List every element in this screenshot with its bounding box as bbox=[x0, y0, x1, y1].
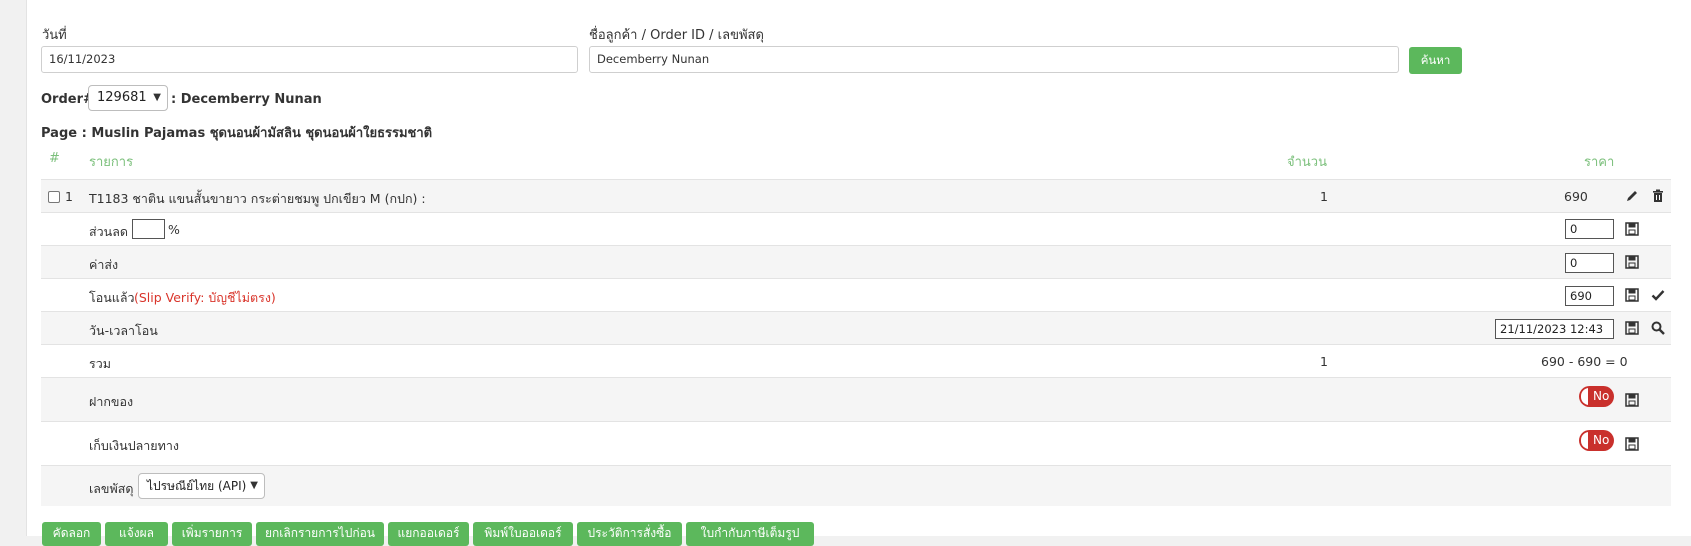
save-icon[interactable] bbox=[1625, 321, 1639, 335]
search-button[interactable]: ค้นหา bbox=[1409, 47, 1462, 74]
print-order-button[interactable]: พิมพ์ใบออเดอร์ bbox=[473, 522, 573, 546]
order-id-select[interactable]: 129681 ▼ bbox=[88, 85, 168, 111]
total-formula: 690 - 690 = 0 bbox=[1541, 354, 1628, 369]
chevron-down-icon: ▼ bbox=[250, 480, 258, 491]
deposit-toggle-label: No bbox=[1593, 389, 1610, 403]
order-history-button[interactable]: ประวัติการสั่งซื้อ bbox=[577, 522, 682, 546]
toggle-knob bbox=[1580, 431, 1589, 450]
total-label: รวม bbox=[89, 356, 111, 371]
save-icon[interactable] bbox=[1625, 288, 1639, 302]
item-price: 690 bbox=[1564, 189, 1588, 204]
check-icon[interactable] bbox=[1651, 288, 1665, 302]
order-customer-name: : Decemberry Nunan bbox=[171, 92, 322, 107]
table-row-tracking: เลขพัสดุ ไปรษณีย์ไทย (API) ▼ bbox=[41, 465, 1671, 506]
order-prefix: Order# bbox=[41, 92, 94, 107]
save-icon[interactable] bbox=[1625, 222, 1639, 236]
paid-label: โอนแล้ว bbox=[89, 290, 135, 305]
discount-label: ส่วนลด bbox=[89, 224, 128, 239]
col-header-number: # bbox=[49, 151, 60, 166]
search-icon[interactable] bbox=[1651, 321, 1665, 335]
col-header-price: ราคา bbox=[1584, 155, 1615, 170]
table-row-cod: เก็บเงินปลายทาง No bbox=[41, 421, 1671, 465]
customer-search-label: ชื่อลูกค้า / Order ID / เลขพัสดุ bbox=[589, 28, 764, 43]
cod-toggle-label: No bbox=[1593, 433, 1610, 447]
table-row-shipping: ค่าส่ง 0 bbox=[41, 245, 1671, 278]
toggle-knob bbox=[1580, 387, 1589, 406]
cod-toggle[interactable]: No bbox=[1579, 430, 1614, 451]
carrier-select[interactable]: ไปรษณีย์ไทย (API) ▼ bbox=[138, 473, 265, 499]
table-row-transfer-time: วัน-เวลาโอน 21/11/2023 12:43 bbox=[41, 311, 1671, 344]
date-input[interactable]: 16/11/2023 bbox=[41, 46, 578, 73]
col-header-item: รายการ bbox=[89, 155, 134, 170]
cancel-items-button[interactable]: ยกเลิกรายการไปก่อน bbox=[256, 522, 384, 546]
order-id-value: 129681 bbox=[97, 90, 147, 105]
transfer-time-label: วัน-เวลาโอน bbox=[89, 323, 158, 338]
table-row-item: 1 T1183 ชาติน แขนสั้นขายาว กระต่ายชมพู ป… bbox=[41, 179, 1671, 212]
item-name: T1183 ชาติน แขนสั้นขายาว กระต่ายชมพู ปกเ… bbox=[89, 191, 426, 206]
discount-percent-input[interactable] bbox=[132, 219, 165, 239]
tracking-label: เลขพัสดุ bbox=[89, 481, 134, 496]
deposit-label: ฝากของ bbox=[89, 394, 134, 409]
slip-verify-warning: (Slip Verify: บัญชีไม่ตรง) bbox=[134, 290, 276, 305]
percent-sign: % bbox=[168, 222, 180, 237]
item-qty: 1 bbox=[1320, 189, 1328, 204]
save-icon[interactable] bbox=[1625, 393, 1639, 407]
shipping-label: ค่าส่ง bbox=[89, 257, 119, 272]
pencil-icon[interactable] bbox=[1625, 189, 1639, 203]
page-title: Page : Muslin Pajamas ชุดนอนผ้ามัสลิน ชุ… bbox=[41, 126, 433, 141]
tax-invoice-button[interactable]: ใบกำกับภาษีเต็มรูป bbox=[686, 522, 814, 546]
notify-result-button[interactable]: แจ้งผล bbox=[105, 522, 168, 546]
split-order-button[interactable]: แยกออเดอร์ bbox=[388, 522, 469, 546]
item-number: 1 bbox=[65, 189, 73, 204]
table-row-deposit: ฝากของ No bbox=[41, 377, 1671, 421]
paid-amount-input[interactable]: 690 bbox=[1565, 286, 1614, 306]
item-checkbox[interactable] bbox=[48, 191, 60, 203]
cod-label: เก็บเงินปลายทาง bbox=[89, 438, 179, 453]
transfer-time-input[interactable]: 21/11/2023 12:43 bbox=[1495, 319, 1614, 339]
col-header-qty: จำนวน bbox=[1287, 155, 1327, 170]
table-row-discount: ส่วนลด % 0 bbox=[41, 212, 1671, 245]
deposit-toggle[interactable]: No bbox=[1579, 386, 1614, 407]
copy-button[interactable]: คัดลอก bbox=[42, 522, 101, 546]
carrier-value: ไปรษณีย์ไทย (API) bbox=[147, 479, 247, 493]
total-qty: 1 bbox=[1320, 354, 1328, 369]
discount-amount-input[interactable]: 0 bbox=[1565, 219, 1614, 239]
trash-icon[interactable] bbox=[1651, 189, 1665, 203]
table-row-paid: โอนแล้ว (Slip Verify: บัญชีไม่ตรง) 690 bbox=[41, 278, 1671, 311]
customer-search-input[interactable]: Decemberry Nunan bbox=[589, 46, 1399, 73]
table-row-total: รวม 1 690 - 690 = 0 bbox=[41, 344, 1671, 377]
save-icon[interactable] bbox=[1625, 255, 1639, 269]
add-item-button[interactable]: เพิ่มรายการ bbox=[172, 522, 252, 546]
shipping-amount-input[interactable]: 0 bbox=[1565, 253, 1614, 273]
save-icon[interactable] bbox=[1625, 437, 1639, 451]
date-label: วันที่ bbox=[42, 28, 67, 43]
chevron-down-icon: ▼ bbox=[153, 92, 161, 103]
